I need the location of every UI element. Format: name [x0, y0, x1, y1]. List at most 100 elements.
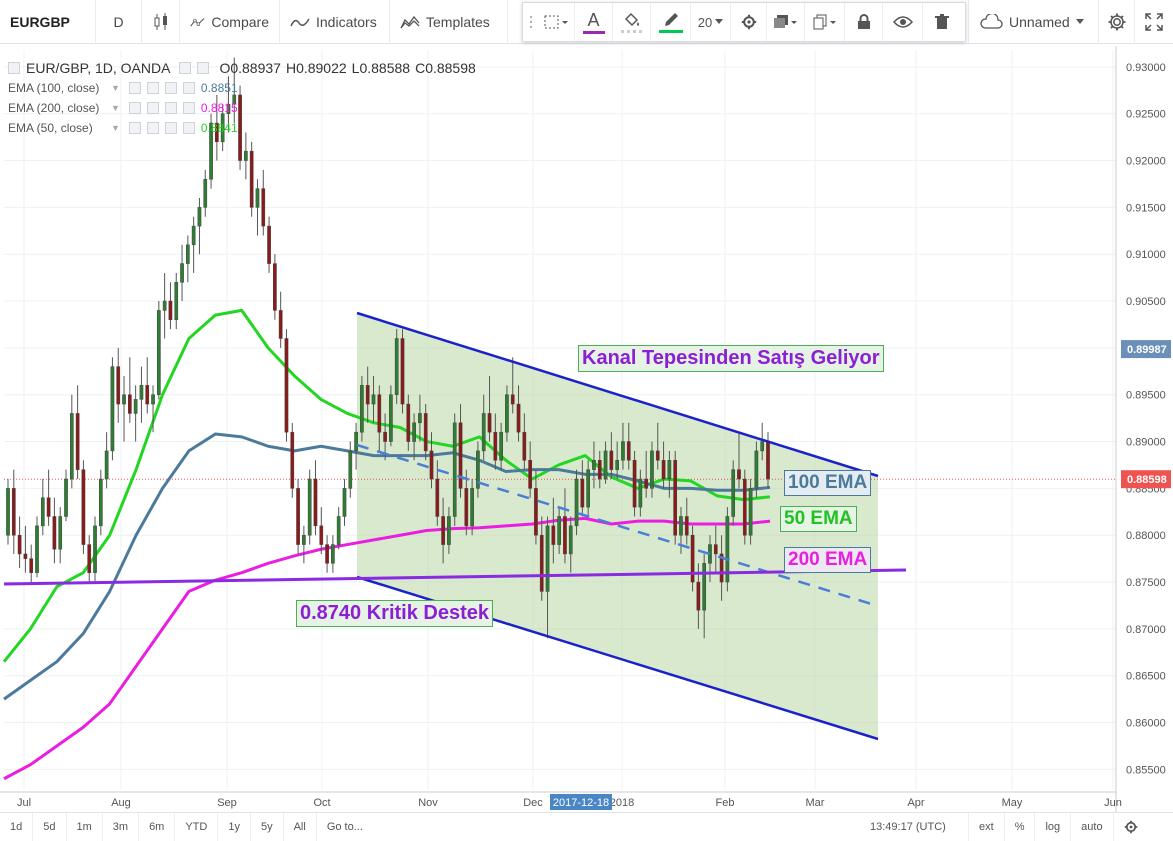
y-tick-label: 0.90500: [1126, 296, 1166, 308]
drag-handle[interactable]: [523, 3, 539, 41]
line-color-tool[interactable]: [651, 3, 691, 41]
visibility-icon[interactable]: [128, 82, 141, 94]
visibility-icon[interactable]: [128, 102, 141, 114]
range-1d[interactable]: 1d: [0, 812, 34, 841]
candle: [284, 329, 289, 442]
candle: [98, 469, 103, 536]
range-5d[interactable]: 5d: [33, 812, 67, 841]
ext-toggle[interactable]: ext: [968, 813, 1005, 841]
candle-body: [632, 460, 637, 508]
range-1y[interactable]: 1y: [218, 812, 251, 841]
settings-icon[interactable]: [146, 102, 159, 114]
layout-button[interactable]: Unnamed: [968, 0, 1098, 44]
symbol-search[interactable]: EURGBP: [0, 0, 96, 44]
candle-body: [273, 263, 277, 311]
delete-button[interactable]: [923, 3, 961, 41]
support-annotation[interactable]: 0.8740 Kritik Destek: [296, 600, 494, 627]
lock-button[interactable]: [845, 3, 883, 41]
series-legend[interactable]: EUR/GBP, 1D, OANDA O0.88937 H0.89022 L0.…: [8, 58, 476, 78]
fill-color-tool[interactable]: [613, 3, 651, 41]
price-chart[interactable]: 0.93000 0.92500 0.92000 0.91500 0.91000 0.905…: [0, 46, 1173, 812]
candle-body: [499, 431, 503, 461]
candle-body: [371, 394, 376, 405]
y-tick-label: 0.92000: [1126, 156, 1166, 168]
settings-icon[interactable]: [197, 62, 210, 74]
close-icon[interactable]: [182, 82, 195, 94]
indicator-legend-ema50[interactable]: EMA (50, close) ▼ 0.8841: [8, 118, 476, 138]
goto-button[interactable]: Go to...: [317, 813, 373, 841]
drawing-settings-button[interactable]: [731, 3, 767, 41]
range-3m[interactable]: 3m: [103, 812, 140, 841]
percent-toggle[interactable]: %: [1005, 813, 1036, 841]
settings-icon[interactable]: [146, 82, 159, 94]
ema200-annotation[interactable]: 200 EMA: [784, 547, 872, 573]
candle-body: [249, 150, 254, 208]
compare-button[interactable]: Compare: [180, 0, 280, 44]
y-tick-label: 0.86500: [1126, 671, 1166, 683]
range-all[interactable]: All: [284, 812, 317, 841]
candle-body: [58, 516, 63, 550]
interval-button[interactable]: D: [96, 0, 142, 44]
range-ytd[interactable]: YTD: [175, 812, 219, 841]
price-label: 0.89987: [1127, 344, 1167, 356]
candle: [360, 375, 364, 442]
visibility-button[interactable]: [883, 3, 923, 41]
chart-area[interactable]: 0.93000 0.92500 0.92000 0.91500 0.91000 0.905…: [0, 46, 1173, 812]
indicator-legend-ema100[interactable]: EMA (100, close) ▼ 0.8851: [8, 78, 476, 98]
ema100-annotation[interactable]: 100 EMA: [784, 470, 872, 496]
channel-top-annotation[interactable]: Kanal Tepesinden Satış Geliyor: [578, 345, 884, 372]
add-icon[interactable]: [164, 122, 177, 134]
candle-body: [679, 516, 683, 536]
range-6m[interactable]: 6m: [139, 812, 176, 841]
settings-icon[interactable]: [146, 122, 159, 134]
range-5y[interactable]: 5y: [251, 812, 284, 841]
bar-style-button[interactable]: [142, 0, 180, 44]
scale-settings-button[interactable]: [1114, 813, 1148, 841]
candle-body: [742, 478, 747, 536]
visibility-icon[interactable]: [179, 62, 192, 74]
close-icon[interactable]: [182, 122, 195, 134]
bottom-toolbar: 1d 5d 1m 3m 6m YTD 1y 5y All Go to... 13…: [0, 812, 1173, 841]
y-tick-label: 0.87000: [1126, 624, 1166, 636]
candle-body: [539, 534, 544, 592]
candle-body: [441, 516, 445, 545]
range-1m[interactable]: 1m: [67, 812, 103, 841]
gear-icon: [1124, 820, 1137, 834]
settings-button[interactable]: [1098, 0, 1134, 44]
auto-toggle[interactable]: auto: [1071, 813, 1114, 841]
indicator-value: 0.8841: [200, 121, 238, 135]
candle: [400, 329, 405, 414]
text-color-tool[interactable]: A: [575, 3, 613, 41]
cloud-icon: [980, 14, 1003, 29]
candle-body: [435, 478, 440, 517]
candle-body: [464, 488, 469, 527]
y-tick-label: 0.85500: [1126, 764, 1166, 776]
log-toggle[interactable]: log: [1035, 813, 1072, 841]
candle-body: [104, 450, 109, 480]
visual-order-button[interactable]: [767, 3, 805, 41]
candle-body: [766, 441, 770, 480]
indicator-label: EMA (50, close): [8, 121, 93, 135]
x-tick-label: 2018: [610, 797, 634, 809]
indicators-button[interactable]: Indicators: [280, 0, 390, 44]
drawing-toolbar: A 20: [522, 2, 966, 42]
candle-body: [731, 469, 736, 517]
candle-body: [17, 534, 22, 555]
line-width-select[interactable]: 20: [691, 3, 731, 41]
indicator-legend-ema200[interactable]: EMA (200, close) ▼ 0.8815: [8, 98, 476, 118]
ema50-annotation[interactable]: 50 EMA: [780, 506, 857, 532]
close-icon[interactable]: [182, 102, 195, 114]
x-tick-label: Mar: [806, 797, 825, 809]
add-icon[interactable]: [164, 82, 177, 94]
candle: [690, 525, 695, 592]
visibility-icon[interactable]: [128, 122, 141, 134]
fullscreen-button[interactable]: [1134, 0, 1173, 44]
templates-button[interactable]: Templates: [390, 0, 508, 44]
chevron-down-icon[interactable]: ▼: [111, 83, 120, 93]
selection-tool[interactable]: [539, 3, 575, 41]
chevron-down-icon[interactable]: ▼: [111, 103, 120, 113]
candle-body: [40, 497, 45, 527]
chevron-down-icon[interactable]: ▼: [111, 123, 120, 133]
add-icon[interactable]: [164, 102, 177, 114]
clone-button[interactable]: [805, 3, 845, 41]
